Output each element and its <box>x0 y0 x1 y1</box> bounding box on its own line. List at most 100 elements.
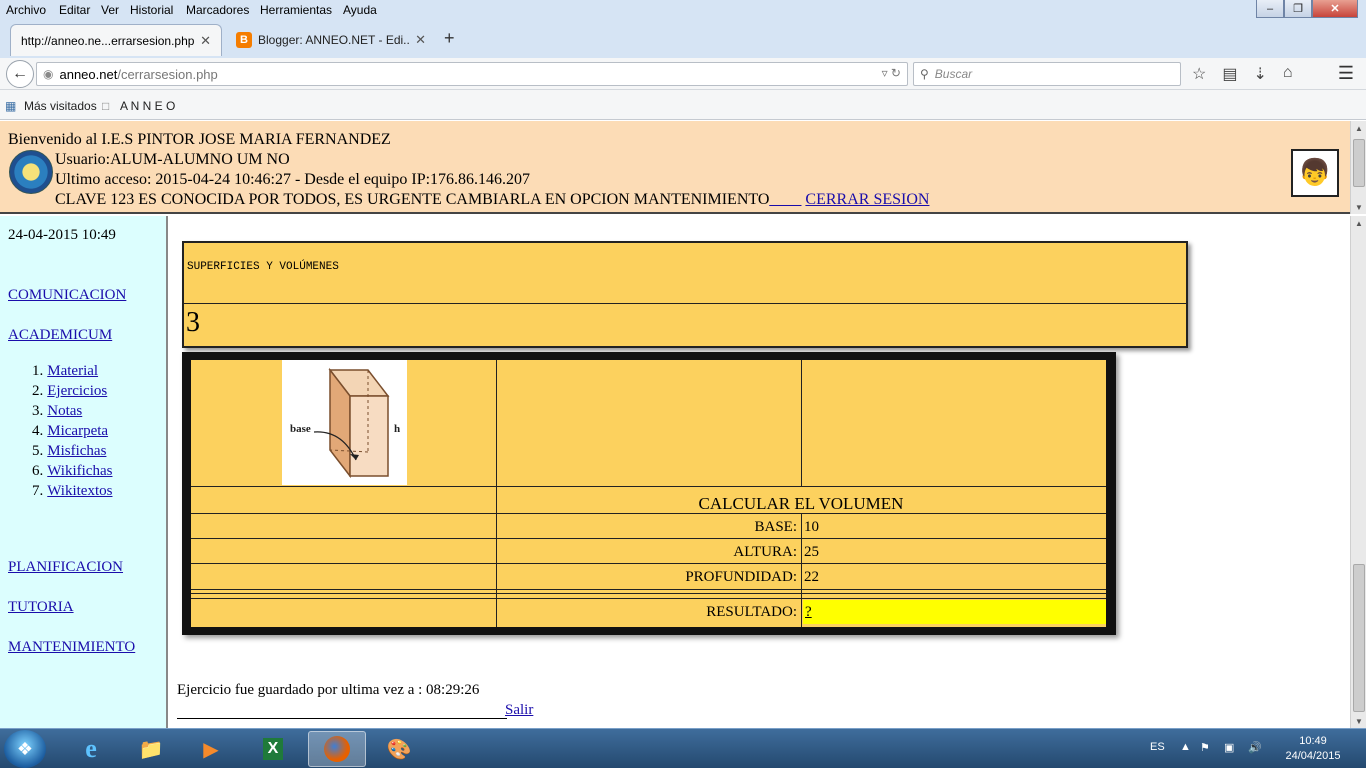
item-number: 5. <box>32 443 44 459</box>
academicum-item-1: 1. Material <box>32 363 98 380</box>
row-divider <box>191 563 1106 564</box>
link-material[interactable]: Material <box>47 363 98 379</box>
sidebar-datetime: 24-04-2015 10:49 <box>8 227 116 243</box>
tab-cerrarsesion[interactable]: http://anneo.ne...errarsesion.php ✕ <box>10 24 222 56</box>
maximize-button[interactable]: ❐ <box>1284 0 1312 18</box>
show-hidden-icons-icon[interactable]: ▲ <box>1180 741 1191 753</box>
bookmark-star-icon[interactable]: ☆ <box>1192 64 1206 84</box>
bookmark-anneo[interactable]: A N N E O <box>120 99 175 113</box>
base-field-label: BASE: <box>754 519 797 535</box>
sidebar: 24-04-2015 10:49 COMUNICACION ACADEMICUM… <box>0 216 168 728</box>
minimize-button[interactable]: – <box>1256 0 1284 18</box>
exit-link[interactable]: Salir <box>505 702 533 719</box>
close-window-button[interactable]: ✕ <box>1312 0 1358 18</box>
start-button[interactable]: ❖ <box>4 730 46 768</box>
media-player-icon[interactable]: ▶ <box>182 731 240 767</box>
menu-ver[interactable]: Ver <box>101 3 119 17</box>
url-path: /cerrarsesion.php <box>117 66 218 82</box>
url-host: anneo.net <box>59 66 118 82</box>
sidebar-item-mantenimiento[interactable]: MANTENIMIENTO <box>8 639 135 656</box>
reading-list-icon[interactable]: ▤ <box>1222 64 1237 84</box>
volume-icon[interactable]: 🔊 <box>1248 741 1262 754</box>
h-label: h <box>394 423 400 435</box>
page-icon: □ <box>102 99 110 113</box>
menu-archivo[interactable]: Archivo <box>6 3 46 17</box>
menu-marcadores[interactable]: Marcadores <box>186 3 249 17</box>
link-misfichas[interactable]: Misfichas <box>47 443 106 459</box>
column-divider <box>801 514 802 627</box>
scroll-up-icon[interactable]: ▲ <box>1351 121 1366 135</box>
row-divider <box>191 589 1106 590</box>
clock[interactable]: 10:49 24/04/2015 <box>1280 734 1346 764</box>
result-cell <box>803 600 1106 624</box>
firefox-icon[interactable] <box>308 731 366 767</box>
search-input[interactable]: ⚲ Buscar <box>913 62 1181 86</box>
row-divider <box>191 486 1106 487</box>
download-icon[interactable]: ⇣ <box>1253 64 1266 84</box>
item-number: 2. <box>32 383 44 399</box>
folder-icon[interactable]: 📁 <box>122 731 180 767</box>
profundidad-value: 22 <box>804 569 819 585</box>
excel-icon[interactable]: X <box>244 731 302 767</box>
user-text: Usuario:ALUM-ALUMNO UM NO <box>55 151 290 168</box>
new-tab-button[interactable]: + <box>444 28 455 49</box>
resultado-label: RESULTADO: <box>706 604 797 620</box>
saved-status: Ejercicio fue guardado por ultima vez a … <box>177 682 480 698</box>
menu-bar: Archivo Editar Ver Historial Marcadores … <box>0 0 1366 20</box>
sidebar-item-academicum[interactable]: ACADEMICUM <box>8 327 112 344</box>
academicum-item-2: 2. Ejercicios <box>32 383 107 400</box>
network-icon[interactable]: ▣ <box>1224 741 1234 754</box>
exercise-number: 3 <box>186 307 200 338</box>
sidebar-item-tutoria[interactable]: TUTORIA <box>8 599 74 616</box>
menu-historial[interactable]: Historial <box>130 3 173 17</box>
navigation-bar: ← ◉ anneo.net/cerrarsesion.php ▿ ↻ ⚲ Bus… <box>0 58 1366 90</box>
rectangular-prism-icon: base h <box>290 367 400 479</box>
link-ejercicios[interactable]: Ejercicios <box>47 383 107 399</box>
most-visited-icon: ▦ <box>5 99 17 113</box>
sidebar-item-comunicacion[interactable]: COMUNICACION <box>8 287 126 304</box>
sidebar-item-planificacion[interactable]: PLANIFICACION <box>8 559 123 576</box>
search-icon: ⚲ <box>920 67 929 81</box>
internet-explorer-icon[interactable]: e <box>62 731 120 767</box>
logout-link[interactable]: CERRAR SESION <box>805 191 929 208</box>
exercise-title: SUPERFICIES Y VOLÚMENES <box>187 261 339 273</box>
item-number: 3. <box>32 403 44 419</box>
page-scrollbar[interactable]: ▲ ▼ <box>1350 216 1366 728</box>
school-logo <box>9 150 53 194</box>
menu-editar[interactable]: Editar <box>59 3 90 17</box>
link-micarpeta[interactable]: Micarpeta <box>47 423 108 439</box>
scroll-down-icon[interactable]: ▼ <box>1351 200 1366 214</box>
home-icon[interactable]: ⌂ <box>1283 64 1293 84</box>
url-bar[interactable]: ◉ anneo.net/cerrarsesion.php ▿ ↻ <box>36 62 908 86</box>
taskbar: ❖ e 📁 ▶ X 🎨 ES ▲ ⚑ ▣ 🔊 10:49 24/04/2015 <box>0 728 1366 768</box>
bookmark-most-visited[interactable]: Más visitados <box>24 99 97 113</box>
menu-ayuda[interactable]: Ayuda <box>343 3 377 17</box>
scroll-thumb[interactable] <box>1353 564 1365 712</box>
menu-herramientas[interactable]: Herramientas <box>260 3 332 17</box>
bookmarks-bar: ▦ Más visitados □ A N N E O <box>0 90 1366 120</box>
row-divider <box>191 593 1106 594</box>
back-button[interactable]: ← <box>6 60 34 88</box>
exercise-table-frame: base h CALCULAR EL VOLUMEN BASE: 10 ALTU… <box>182 352 1116 635</box>
scroll-thumb[interactable] <box>1353 139 1365 187</box>
toolbar-icons: ☆ ▤ ⇣ ⌂ <box>1192 64 1293 84</box>
language-indicator[interactable]: ES <box>1150 741 1165 753</box>
reload-icon[interactable]: ▿ ↻ <box>882 66 901 80</box>
paint-icon[interactable]: 🎨 <box>370 731 428 767</box>
base-value: 10 <box>804 519 819 535</box>
menu-icon[interactable]: ☰ <box>1338 63 1354 84</box>
scroll-up-icon[interactable]: ▲ <box>1351 216 1366 230</box>
close-tab-icon[interactable]: ✕ <box>200 33 211 49</box>
tab-title: Blogger: ANNEO.NET - Edi... <box>258 33 410 47</box>
result-link[interactable]: ? <box>805 604 812 621</box>
close-tab-icon[interactable]: ✕ <box>415 32 426 48</box>
exercise-table: base h CALCULAR EL VOLUMEN BASE: 10 ALTU… <box>191 360 1106 627</box>
action-center-flag-icon[interactable]: ⚑ <box>1200 741 1210 754</box>
link-wikitextos[interactable]: Wikitextos <box>47 483 112 499</box>
base-label: base <box>290 423 311 435</box>
header-scrollbar[interactable]: ▲ ▼ <box>1350 121 1366 214</box>
link-notas[interactable]: Notas <box>47 403 82 419</box>
link-wikifichas[interactable]: Wikifichas <box>47 463 112 479</box>
scroll-down-icon[interactable]: ▼ <box>1351 714 1366 728</box>
tab-blogger[interactable]: B Blogger: ANNEO.NET - Edi... ✕ <box>226 24 436 56</box>
